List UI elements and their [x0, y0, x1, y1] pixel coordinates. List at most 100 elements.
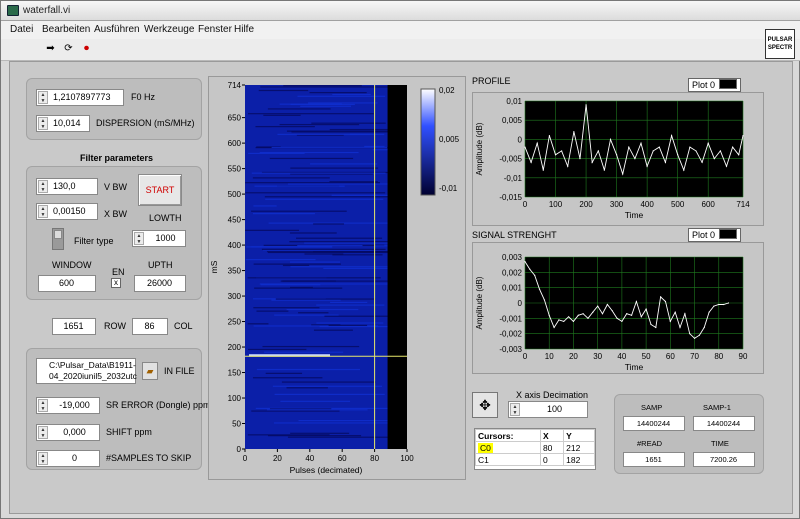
- waterfall-streak: [254, 287, 343, 289]
- data-point: [664, 300, 667, 303]
- spin-icon[interactable]: ▲ ▼: [38, 91, 48, 104]
- menu-werkzeuge[interactable]: Werkzeuge: [144, 24, 194, 35]
- infile-line1: C:\Pulsar_Data\B1911-: [49, 360, 136, 370]
- menu-ausfuehren[interactable]: Ausführen: [94, 24, 140, 35]
- waterfall-streak: [247, 277, 381, 279]
- filter-type-switch[interactable]: [52, 228, 64, 250]
- data-point: [684, 313, 686, 315]
- profile-legend-label: Plot 0: [692, 80, 716, 90]
- xdec-control[interactable]: ▲ ▼ 100: [508, 401, 588, 418]
- run-arrow-icon[interactable]: ➡: [43, 42, 58, 57]
- profile-graph[interactable]: 0 100 200 300 400 500 600 714 0,01 0,005 0 -0,005 -0…: [473, 93, 763, 225]
- spin-icon[interactable]: ▲ ▼: [38, 117, 48, 130]
- read-label: #READ: [637, 439, 663, 448]
- waterfall-streak: [262, 345, 360, 348]
- waterfall-streak: [266, 409, 368, 411]
- colorbar-tick-label: -0,01: [439, 184, 458, 193]
- xbw-control[interactable]: ▲ ▼ 0,00150: [36, 203, 98, 220]
- x-tick-label: 300: [610, 200, 624, 209]
- y-tick-label: -0,003: [499, 345, 522, 354]
- y-tick-label: 650: [228, 114, 242, 123]
- y-tick-label: 714: [228, 81, 242, 90]
- x-tick-label: 40: [617, 352, 626, 361]
- menu-fenster[interactable]: Fenster: [198, 24, 232, 35]
- spin-icon[interactable]: ▲ ▼: [38, 205, 48, 218]
- data-point: [626, 313, 628, 315]
- data-point: [664, 161, 667, 164]
- profile-legend[interactable]: Plot 0: [688, 78, 742, 92]
- x-tick-label: 90: [739, 352, 748, 361]
- data-point: [727, 302, 730, 304]
- infile-path[interactable]: C:\Pulsar_Data\B1911- 04_2020iunil5_2032…: [36, 358, 137, 384]
- data-point: [660, 296, 662, 298]
- waterfall-streak: [256, 368, 361, 371]
- dispersion-control[interactable]: ▲ ▼ 10,014: [36, 115, 90, 132]
- waterfall-streak: [330, 301, 368, 304]
- skip-control[interactable]: ▲ ▼ 0: [36, 450, 100, 467]
- profile-panel: 0 100 200 300 400 500 600 714 0,01 0,005 0 -0,005 -0…: [472, 92, 764, 226]
- vi-icon: PULSAR SPECTR: [765, 29, 795, 59]
- x-tick-label: 0: [523, 352, 528, 361]
- colorbar-tick-label: 0,005: [439, 135, 460, 144]
- y-tick-label: 0: [237, 445, 242, 454]
- samp1-label: SAMP-1: [703, 403, 731, 412]
- y-tick-label: 0,003: [502, 253, 523, 262]
- main-window: waterfall.vi Datei Bearbeiten Ausführen …: [0, 0, 800, 519]
- spin-icon[interactable]: ▲ ▼: [510, 403, 520, 416]
- data-point: [738, 154, 740, 156]
- data-point: [524, 146, 526, 148]
- waterfall-streak: [297, 244, 363, 247]
- waterfall-streak: [297, 95, 386, 97]
- sr-error-label: SR ERROR (Dongle) ppm: [106, 400, 211, 410]
- y-tick-label: 550: [228, 165, 242, 174]
- upth-control[interactable]: 26000: [134, 275, 186, 292]
- waterfall-streak: [289, 232, 337, 234]
- f0-control[interactable]: ▲ ▼ 1,2107897773: [36, 89, 124, 106]
- y-tick-label: 400: [228, 241, 242, 250]
- shift-control[interactable]: ▲ ▼ 0,000: [36, 424, 100, 441]
- cursor-row[interactable]: C0 80 212: [475, 441, 595, 454]
- abort-icon[interactable]: ⏺: [79, 42, 94, 57]
- waterfall-streak: [310, 163, 378, 165]
- menu-hilfe[interactable]: Hilfe: [234, 24, 254, 35]
- run-continuous-icon[interactable]: ⟳: [61, 42, 76, 57]
- data-point: [719, 150, 722, 152]
- start-button[interactable]: START: [138, 174, 182, 206]
- sr-error-control[interactable]: ▲ ▼ -19,000: [36, 397, 100, 414]
- waterfall-streak: [287, 436, 404, 438]
- cursor-c1-name: C1: [478, 454, 489, 465]
- cursor-c0-name: C0: [478, 442, 493, 453]
- en-checkbox[interactable]: x: [111, 278, 121, 288]
- signal-legend[interactable]: Plot 0: [688, 228, 742, 242]
- lowth-label: LOWTH: [149, 213, 182, 223]
- spin-icon[interactable]: ▲ ▼: [134, 232, 144, 245]
- y-axis-label: mS: [209, 260, 219, 273]
- menu-bearbeiten[interactable]: Bearbeiten: [42, 24, 90, 35]
- lowth-control[interactable]: ▲ ▼ 1000: [132, 230, 186, 247]
- cursor-row[interactable]: C1 0 182: [475, 453, 595, 466]
- waterfall-streak: [332, 93, 371, 96]
- y-tick-label: 0,002: [502, 268, 523, 277]
- waterfall-streak: [313, 329, 353, 331]
- browse-folder-icon[interactable]: ▰: [142, 362, 158, 380]
- data-point: [683, 169, 685, 171]
- col-indicator: 86: [132, 318, 168, 335]
- waterfall-streak: [271, 299, 341, 301]
- waterfall-streak: [248, 113, 374, 115]
- spin-icon[interactable]: ▲ ▼: [38, 426, 48, 439]
- signal-graph[interactable]: 0 10 20 30 40 50 60 70 80 900,0030,0020,0010-0,00…: [473, 243, 763, 373]
- data-point: [616, 317, 618, 319]
- spin-icon[interactable]: ▲ ▼: [38, 452, 48, 465]
- cursor-legend[interactable]: Cursors: X Y C0 80 212 C1 0 182: [474, 428, 596, 470]
- skip-label: #SAMPLES TO SKIP: [106, 453, 192, 463]
- graph-palette-icon[interactable]: ✥: [472, 392, 498, 418]
- menu-datei[interactable]: Datei: [10, 24, 33, 35]
- spin-icon[interactable]: ▲ ▼: [38, 180, 48, 193]
- spin-icon[interactable]: ▲ ▼: [38, 399, 48, 412]
- waterfall-graph[interactable]: 0501001502002503003504004505005506006507…: [209, 77, 465, 479]
- data-point: [725, 165, 728, 167]
- vbw-control[interactable]: ▲ ▼ 130,0: [36, 178, 98, 195]
- window-control[interactable]: 600: [38, 275, 96, 292]
- y-tick-label: 0: [518, 135, 523, 144]
- waterfall-streak: [279, 103, 342, 105]
